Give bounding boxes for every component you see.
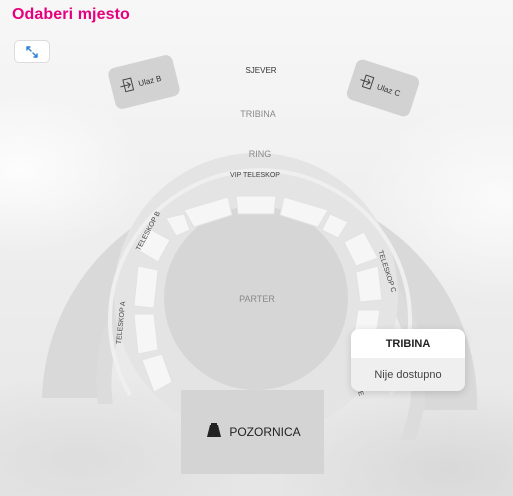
section-label-parter: PARTER: [239, 294, 275, 304]
seat-block[interactable]: [355, 265, 383, 303]
section-label-tribina: TRIBINA: [240, 109, 276, 119]
seat-block[interactable]: [235, 195, 277, 215]
entrance-ulaz-b[interactable]: Ulaz B: [107, 54, 181, 111]
tooltip-status: Nije dostupno: [351, 358, 465, 391]
tooltip-title: TRIBINA: [385, 337, 431, 350]
section-label-vip-teleskop: VIP TELESKOP: [230, 172, 280, 179]
stage[interactable]: POZORNICA: [181, 390, 324, 474]
seat-block[interactable]: [133, 265, 159, 309]
seat-block[interactable]: [133, 313, 159, 355]
section-label-ring: RING: [249, 149, 272, 159]
section-tooltip: TRIBINA Nije dostupno: [351, 329, 465, 391]
entrance-ulaz-c[interactable]: Ulaz C: [345, 58, 421, 118]
stage-label: POZORNICA: [229, 425, 300, 439]
seat-map: Ulaz B Ulaz C SJEVER TRIBINA RING VIP TE…: [42, 54, 478, 474]
north-label: SJEVER: [245, 66, 276, 75]
